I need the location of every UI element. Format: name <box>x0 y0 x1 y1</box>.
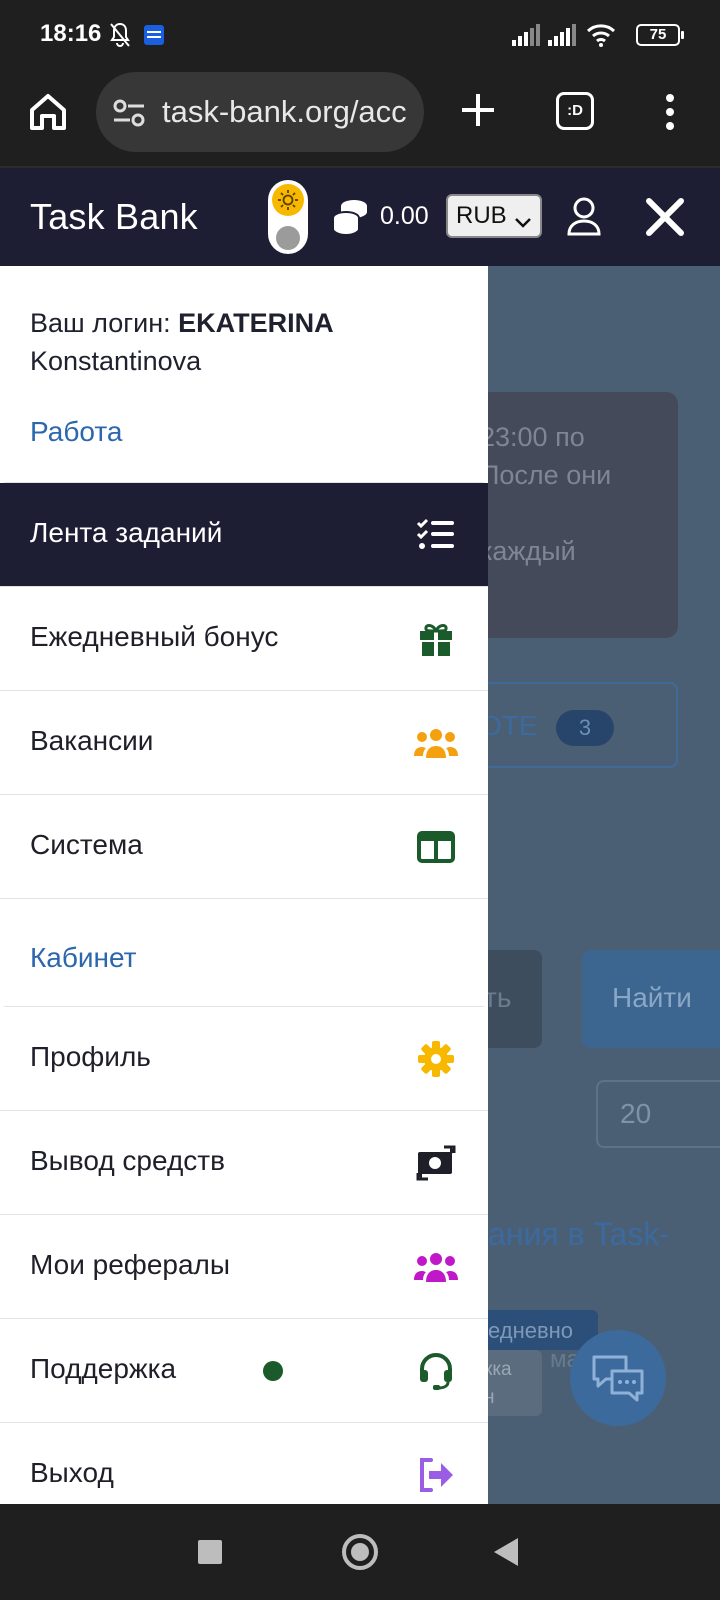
home-icon[interactable] <box>24 88 72 136</box>
menu-item-label: Вакансии <box>30 725 154 756</box>
section-label-work: Работа <box>30 416 123 447</box>
online-status-dot <box>263 1361 283 1381</box>
menu-item-logout[interactable]: Выход <box>0 1423 488 1504</box>
gift-icon <box>414 617 458 661</box>
in-progress-button[interactable]: ОТЕ 3 <box>488 682 678 768</box>
section-heading: ания в Task- <box>488 1216 670 1252</box>
menu-item-label: Поддержка <box>30 1353 177 1384</box>
back-button[interactable] <box>494 1538 518 1566</box>
app-title[interactable]: Task Bank <box>30 196 198 238</box>
login-prefix: Ваш логин: <box>30 308 179 338</box>
per-page-select[interactable]: 20 <box>596 1080 720 1148</box>
system-nav-bar <box>0 1504 720 1600</box>
menu-item-support[interactable]: Поддержка <box>0 1319 488 1423</box>
home-button[interactable] <box>342 1534 378 1570</box>
count-badge: 3 <box>556 710 614 746</box>
chat-icon <box>592 1355 644 1402</box>
menu-item-label: Профиль <box>30 1041 151 1072</box>
status-bar: 18:16 75 <box>0 0 720 68</box>
wifi-icon <box>586 22 616 48</box>
menu-item-label: Выход <box>30 1457 114 1488</box>
task-chip-line: кка <box>488 1359 512 1380</box>
menu-item-label: Вывод средств <box>30 1145 226 1176</box>
menu-item-label: Система <box>30 829 143 860</box>
menu-item-vacancies[interactable]: Вакансии <box>0 691 488 795</box>
menu-item-withdrawal[interactable]: Вывод средств <box>0 1111 488 1215</box>
signal-2-icon <box>548 22 576 48</box>
columns-icon <box>414 825 458 869</box>
info-card-line: После они <box>488 460 612 490</box>
menu-item-referrals[interactable]: Мои рефералы <box>0 1215 488 1319</box>
referrals-icon <box>414 1245 458 1289</box>
site-settings-icon[interactable] <box>112 98 146 128</box>
money-transfer-icon <box>414 1141 458 1185</box>
address-bar[interactable]: task-bank.org/acc <box>96 72 424 152</box>
login-surname: Konstantinova <box>30 346 202 376</box>
menu-group-cabinet: Профиль Вывод средств Мои рефералы Подде… <box>0 1006 488 1504</box>
daily-tag: едневно <box>488 1310 598 1350</box>
background-page-overlay[interactable]: 23:00 по После они каждый ОТЕ 3 ть Найти… <box>488 266 720 1504</box>
side-drawer: Ваш логин: EKATERINA Konstantinova Работ… <box>0 266 488 1504</box>
login-info: Ваш логин: EKATERINA Konstantinova <box>30 304 334 380</box>
balance-value: 0.00 <box>380 202 429 230</box>
info-card-line: 23:00 по <box>488 422 585 452</box>
menu-item-task-feed[interactable]: Лента заданий <box>0 483 488 587</box>
close-icon[interactable] <box>644 196 686 238</box>
status-time: 18:16 <box>40 20 102 47</box>
browser-toolbar: task-bank.org/acc :D <box>0 68 720 168</box>
sun-icon <box>272 184 304 216</box>
login-name: EKATERINA <box>178 308 334 338</box>
task-list-icon <box>414 513 458 557</box>
info-card: 23:00 по После они каждый <box>488 392 678 638</box>
section-label-cabinet: Кабинет <box>30 942 137 973</box>
logout-icon <box>414 1453 458 1497</box>
task-chip: кка н <box>488 1350 542 1416</box>
new-tab-icon[interactable] <box>456 88 500 132</box>
menu-item-profile[interactable]: Профиль <box>0 1007 488 1111</box>
signal-1-icon <box>512 22 540 48</box>
recents-button[interactable] <box>198 1540 222 1564</box>
user-icon[interactable] <box>566 196 602 236</box>
ozon-bank-icon <box>144 22 164 48</box>
menu-item-system[interactable]: Система <box>0 795 488 899</box>
url-text: task-bank.org/acc <box>162 94 407 129</box>
info-card-line: каждый <box>488 536 576 566</box>
task-chip-line: н <box>488 1387 495 1408</box>
moon-dot <box>276 226 300 250</box>
coins-icon <box>330 198 370 237</box>
users-icon <box>414 721 458 765</box>
menu-item-label: Лента заданий <box>30 517 223 548</box>
in-progress-label: ОТЕ <box>488 710 538 741</box>
more-menu-icon[interactable] <box>664 92 676 132</box>
menu-group-work: Лента заданий Ежедневный бонус Вакансии … <box>0 482 488 899</box>
chat-button[interactable] <box>570 1330 666 1426</box>
currency-value: RUB <box>456 202 507 229</box>
menu-item-label: Ежедневный бонус <box>30 621 279 652</box>
reset-button[interactable]: ть <box>488 950 542 1048</box>
menu-item-daily-bonus[interactable]: Ежедневный бонус <box>0 587 488 691</box>
find-button[interactable]: Найти <box>582 950 720 1048</box>
theme-toggle[interactable] <box>268 180 308 254</box>
app-header: Task Bank 0.00 RUB <box>0 168 720 266</box>
headset-icon <box>414 1349 458 1393</box>
battery-indicator: 75 <box>636 24 684 46</box>
bell-off-icon <box>108 22 132 48</box>
currency-select[interactable]: RUB <box>446 194 542 238</box>
chevron-down-icon <box>514 208 532 236</box>
tab-switcher-button[interactable]: :D <box>556 92 594 130</box>
menu-item-label: Мои рефералы <box>30 1249 230 1280</box>
gear-icon <box>414 1037 458 1081</box>
